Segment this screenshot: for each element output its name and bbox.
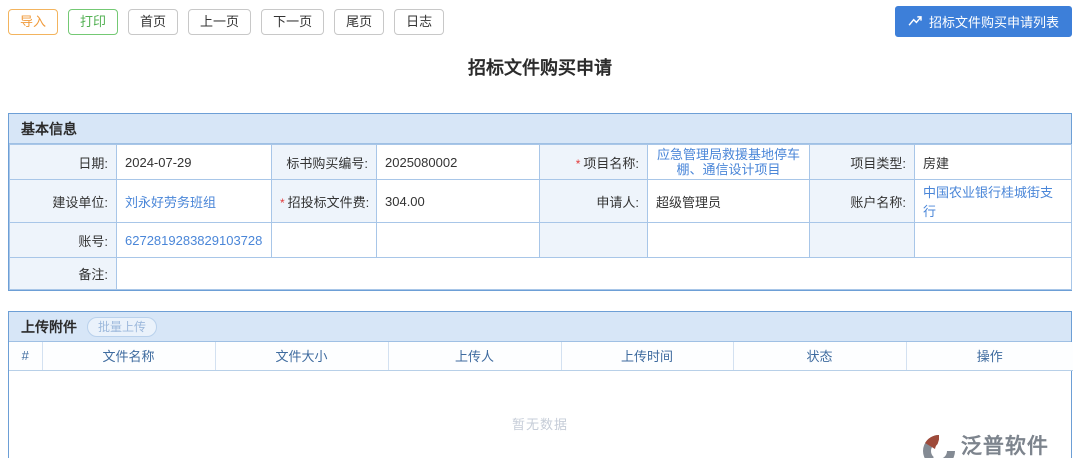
date-value: 2024-07-29 [116,144,272,180]
brand-text: 泛普软件 www.fanpusoft.com [961,436,1065,458]
doc-fee-value: 304.00 [376,179,540,223]
print-button[interactable]: 打印 [68,8,119,35]
applicant-label: 申请人: [539,179,648,223]
project-type-label: 项目类型: [809,144,915,180]
basic-info-panel: 基本信息 日期: 2024-07-29 标书购买编号: 2025080002 *… [8,113,1072,291]
empty-cell [647,222,810,258]
fanpu-logo-icon [921,432,957,458]
toolbar: 导入 打印 首页 上一页 下一页 尾页 日志 招标文件购买申请列表 [0,0,1080,37]
page-title: 招标文件购买申请 [468,58,612,78]
doc-fee-label: * 招投标文件费: [271,179,377,223]
purchase-request-list-label: 招标文件购买申请列表 [928,15,1059,30]
table-row: 备注: [9,257,1072,290]
attachments-header: 上传附件 批量上传 [9,312,1071,342]
col-status: 状态 [733,342,907,371]
first-page-button[interactable]: 首页 [128,8,179,35]
attachments-empty-area: 暂无数据 泛普软件 www.fanpusoft.com [9,371,1071,458]
last-page-button[interactable]: 尾页 [334,8,385,35]
next-page-button[interactable]: 下一页 [261,8,325,35]
build-unit-link[interactable]: 刘永好劳务班组 [125,195,216,210]
empty-label-cell [539,222,648,258]
attachments-panel: 上传附件 批量上传 # 文件名称 文件大小 上传人 上传时间 状态 操作 暂无数… [8,311,1073,458]
col-uploader: 上传人 [388,342,562,371]
trending-up-icon [908,16,923,27]
brand-footer: 泛普软件 www.fanpusoft.com [921,432,1065,458]
basic-info-header: 基本信息 [9,114,1071,144]
col-file-name: 文件名称 [42,342,216,371]
purchase-request-list-button[interactable]: 招标文件购买申请列表 [894,6,1072,37]
account-no-value: 6272819283829103728 [116,222,272,258]
basic-info-table: 日期: 2024-07-29 标书购买编号: 2025080002 * 项目名称:… [9,144,1072,290]
empty-cell [914,222,1072,258]
batch-upload-button[interactable]: 批量上传 [87,316,158,337]
attachments-table-header-row: # 文件名称 文件大小 上传人 上传时间 状态 操作 [9,342,1073,371]
table-row: 日期: 2024-07-29 标书购买编号: 2025080002 * 项目名称:… [9,144,1072,180]
project-name-label: * 项目名称: [539,144,648,180]
remark-value [116,257,1072,290]
build-unit-label: 建设单位: [9,179,117,223]
project-type-value: 房建 [914,144,1072,180]
prev-page-button[interactable]: 上一页 [188,8,252,35]
log-button[interactable]: 日志 [394,8,445,35]
applicant-value: 超级管理员 [647,179,810,223]
build-unit-value: 刘永好劳务班组 [116,179,272,223]
project-name-value: 应急管理局救援基地停车棚、通信设计项目 [647,144,810,180]
table-row: 账号: 6272819283829103728 [9,222,1072,258]
date-label: 日期: [9,144,117,180]
project-name-link[interactable]: 应急管理局救援基地停车棚、通信设计项目 [657,147,800,177]
col-file-size: 文件大小 [215,342,389,371]
col-upload-time: 上传时间 [561,342,734,371]
account-no-label: 账号: [9,222,117,258]
col-index: # [9,342,43,371]
empty-data-text: 暂无数据 [511,417,568,432]
doc-no-value: 2025080002 [376,144,540,180]
col-actions: 操作 [906,342,1073,371]
import-button[interactable]: 导入 [8,8,59,35]
basic-info-title: 基本信息 [21,120,77,137]
attachments-title: 上传附件 [21,318,77,335]
remark-label: 备注: [9,257,117,290]
required-mark: * [280,195,285,210]
account-name-value: 中国农业银行桂城街支行 [914,179,1072,223]
account-name-label: 账户名称: [809,179,915,223]
required-mark: * [575,156,581,171]
account-no-link[interactable]: 6272819283829103728 [125,233,262,248]
table-row: 建设单位: 刘永好劳务班组 * 招投标文件费: 304.00 申请人: 超级管理员… [9,179,1072,223]
empty-label-cell [809,222,915,258]
brand-name: 泛普软件 [960,435,1049,458]
account-name-link[interactable]: 中国农业银行桂城街支行 [923,185,1053,219]
empty-cell [376,222,540,258]
empty-cell [271,222,377,258]
attachments-table: # 文件名称 文件大小 上传人 上传时间 状态 操作 [9,342,1073,371]
doc-no-label: 标书购买编号: [271,144,377,180]
